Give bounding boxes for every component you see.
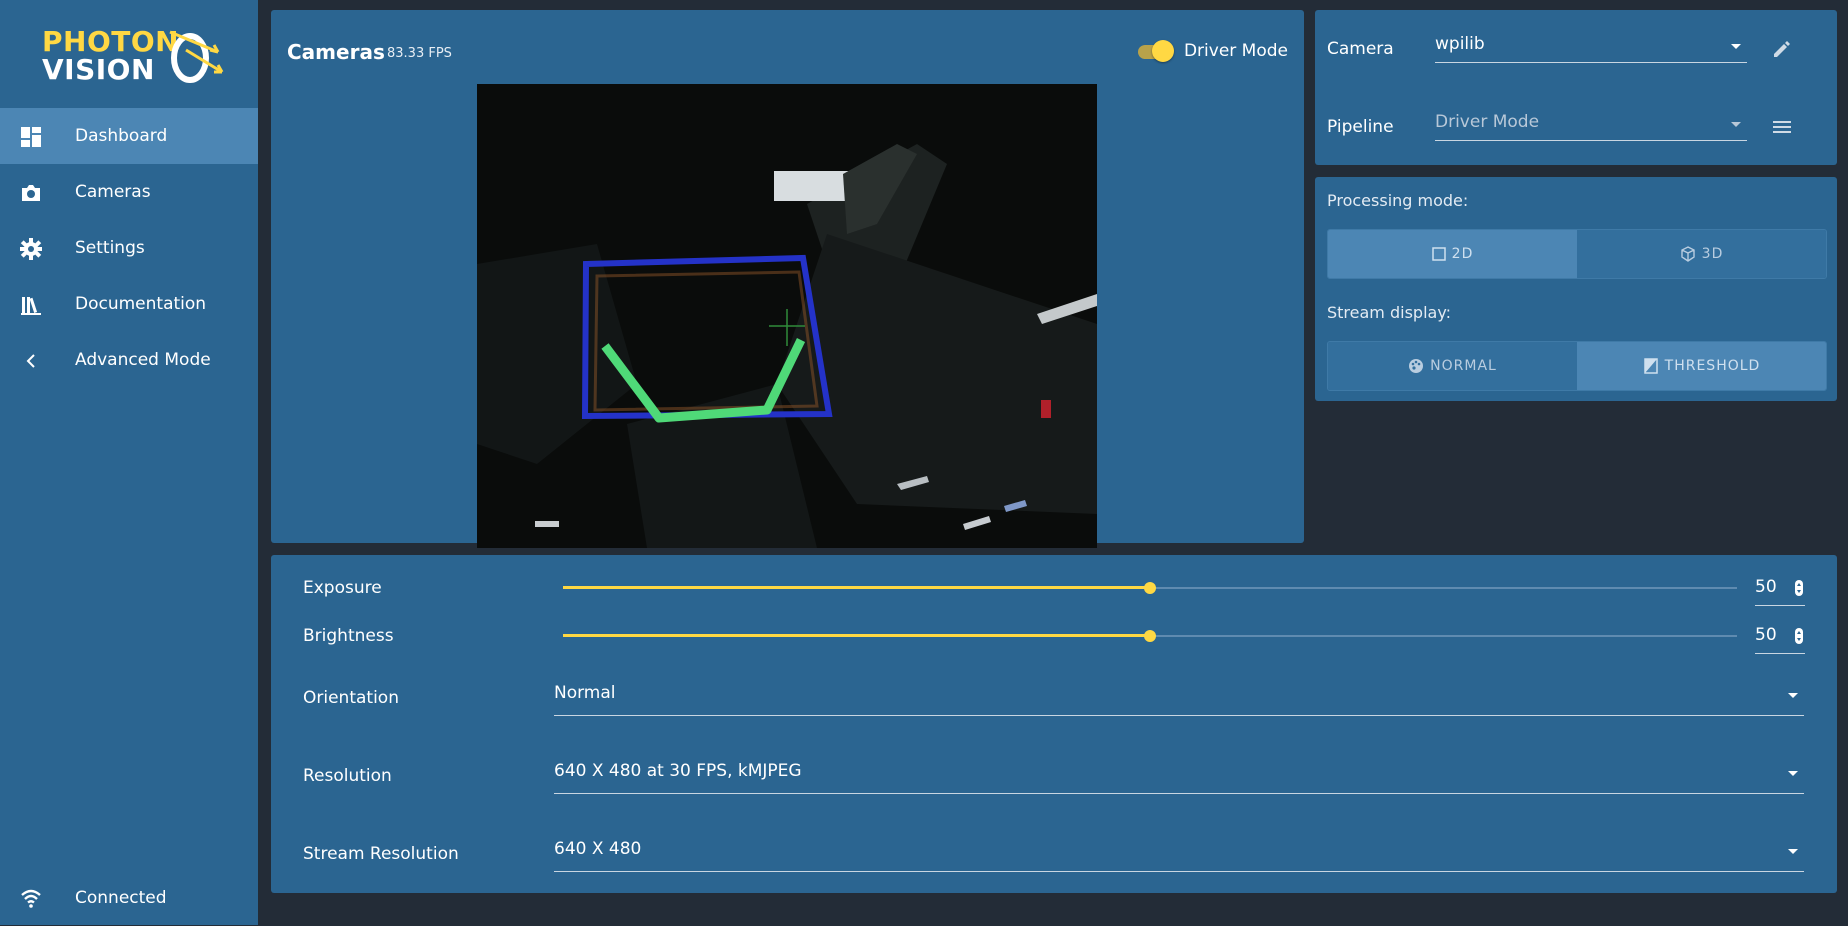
processing-3d-button[interactable]: 3D <box>1577 230 1826 278</box>
contrast-icon <box>1643 358 1658 374</box>
camera-selection-card: Camera wpilib Pipeline Driver Mode <box>1315 10 1837 165</box>
exposure-input[interactable]: 50 <box>1755 575 1805 606</box>
sidebar-item-label: Cameras <box>75 182 151 202</box>
driver-mode-label: Driver Mode <box>1183 41 1288 61</box>
chevron-left-icon <box>26 354 35 368</box>
driver-mode-switch[interactable]: Driver Mode <box>1136 40 1288 62</box>
sidebar-item-cameras[interactable]: Cameras <box>0 164 258 220</box>
fps-readout: 83.33 FPS <box>387 46 452 61</box>
logo-line-photon: PHOTON <box>42 25 180 58</box>
processing-mode-toggle: 2D 3D <box>1327 229 1827 279</box>
palette-icon <box>1409 359 1424 373</box>
stream-resolution-label: Stream Resolution <box>303 844 459 864</box>
chevron-down-icon <box>1788 849 1798 854</box>
resolution-value: 640 X 480 at 30 FPS, kMJPEG <box>554 761 802 781</box>
edit-pencil-icon[interactable] <box>1771 38 1793 60</box>
camera-stream[interactable] <box>477 84 1097 548</box>
brightness-input[interactable]: 50 <box>1755 623 1805 654</box>
logo-emblem-icon <box>169 30 224 83</box>
stepper-icon[interactable] <box>1795 628 1803 644</box>
orientation-label: Orientation <box>303 688 399 708</box>
sidebar-item-settings[interactable]: Settings <box>0 220 258 276</box>
processing-mode-label: Processing mode: <box>1327 191 1469 210</box>
chevron-down-icon <box>1788 693 1798 698</box>
square-icon <box>1431 247 1446 261</box>
logo-line-vision: VISION <box>42 53 155 86</box>
sidebar: PHOTON VISION Dashboard Cameras Settings… <box>0 0 258 925</box>
books-icon <box>21 297 41 315</box>
stream-threshold-label: THRESHOLD <box>1664 358 1761 374</box>
camera-select-value: wpilib <box>1435 34 1485 54</box>
chevron-down-icon <box>1731 44 1741 49</box>
camera-view-card: Cameras 83.33 FPS Driver Mode <box>271 10 1304 548</box>
exposure-value: 50 <box>1755 577 1777 597</box>
menu-icon[interactable] <box>1771 116 1793 138</box>
processing-2d-button[interactable]: 2D <box>1328 230 1577 278</box>
gear-icon <box>20 238 42 260</box>
dashboard-icon <box>21 127 41 147</box>
camera-view-title: Cameras <box>287 40 385 64</box>
brightness-value: 50 <box>1755 625 1777 645</box>
orientation-value: Normal <box>554 683 616 703</box>
orientation-select[interactable]: Normal <box>554 681 1804 716</box>
pipeline-select-value: Driver Mode <box>1435 112 1540 132</box>
driver-mode-toggle[interactable] <box>1136 40 1174 62</box>
cube-icon <box>1680 246 1695 262</box>
camera-select[interactable]: wpilib <box>1435 32 1747 63</box>
brightness-slider[interactable] <box>563 626 1737 646</box>
stream-resolution-value: 640 X 480 <box>554 839 642 859</box>
brightness-label: Brightness <box>303 626 394 646</box>
sidebar-nav: Dashboard Cameras Settings Documentation… <box>0 108 258 388</box>
sidebar-item-documentation[interactable]: Documentation <box>0 276 258 332</box>
wifi-icon <box>21 889 41 908</box>
stream-normal-button[interactable]: NORMAL <box>1328 342 1577 390</box>
sidebar-item-dashboard[interactable]: Dashboard <box>0 108 258 164</box>
connection-status-label: Connected <box>75 888 167 908</box>
sidebar-item-label: Advanced Mode <box>75 350 211 370</box>
camera-stream-image <box>477 84 1097 548</box>
camera-label: Camera <box>1327 39 1394 59</box>
camera-icon <box>22 185 40 201</box>
processing-2d-label: 2D <box>1451 246 1474 262</box>
stream-resolution-select[interactable]: 640 X 480 <box>554 837 1804 872</box>
processing-3d-label: 3D <box>1701 246 1724 262</box>
exposure-slider[interactable] <box>563 578 1737 598</box>
photonvision-logo[interactable]: PHOTON VISION <box>40 24 230 88</box>
connection-status: Connected <box>0 870 258 926</box>
pipeline-label: Pipeline <box>1327 117 1394 137</box>
display-mode-card: Processing mode: 2D 3D Stream display: N… <box>1315 177 1837 401</box>
chevron-down-icon <box>1788 771 1798 776</box>
stream-display-label: Stream display: <box>1327 303 1452 322</box>
sidebar-item-label: Documentation <box>75 294 207 314</box>
stepper-icon[interactable] <box>1795 580 1803 596</box>
pipeline-select[interactable]: Driver Mode <box>1435 110 1747 141</box>
camera-controls-card: Exposure 50 Brightness 50 Orientation No… <box>271 555 1837 893</box>
stream-normal-label: NORMAL <box>1430 358 1497 374</box>
resolution-label: Resolution <box>303 766 392 786</box>
sidebar-item-label: Dashboard <box>75 126 168 146</box>
exposure-label: Exposure <box>303 578 382 598</box>
chevron-down-icon <box>1731 122 1741 127</box>
resolution-select[interactable]: 640 X 480 at 30 FPS, kMJPEG <box>554 759 1804 794</box>
sidebar-item-label: Settings <box>75 238 145 258</box>
stream-display-toggle: NORMAL THRESHOLD <box>1327 341 1827 391</box>
stream-threshold-button[interactable]: THRESHOLD <box>1577 342 1826 390</box>
sidebar-item-advanced-mode[interactable]: Advanced Mode <box>0 332 258 388</box>
